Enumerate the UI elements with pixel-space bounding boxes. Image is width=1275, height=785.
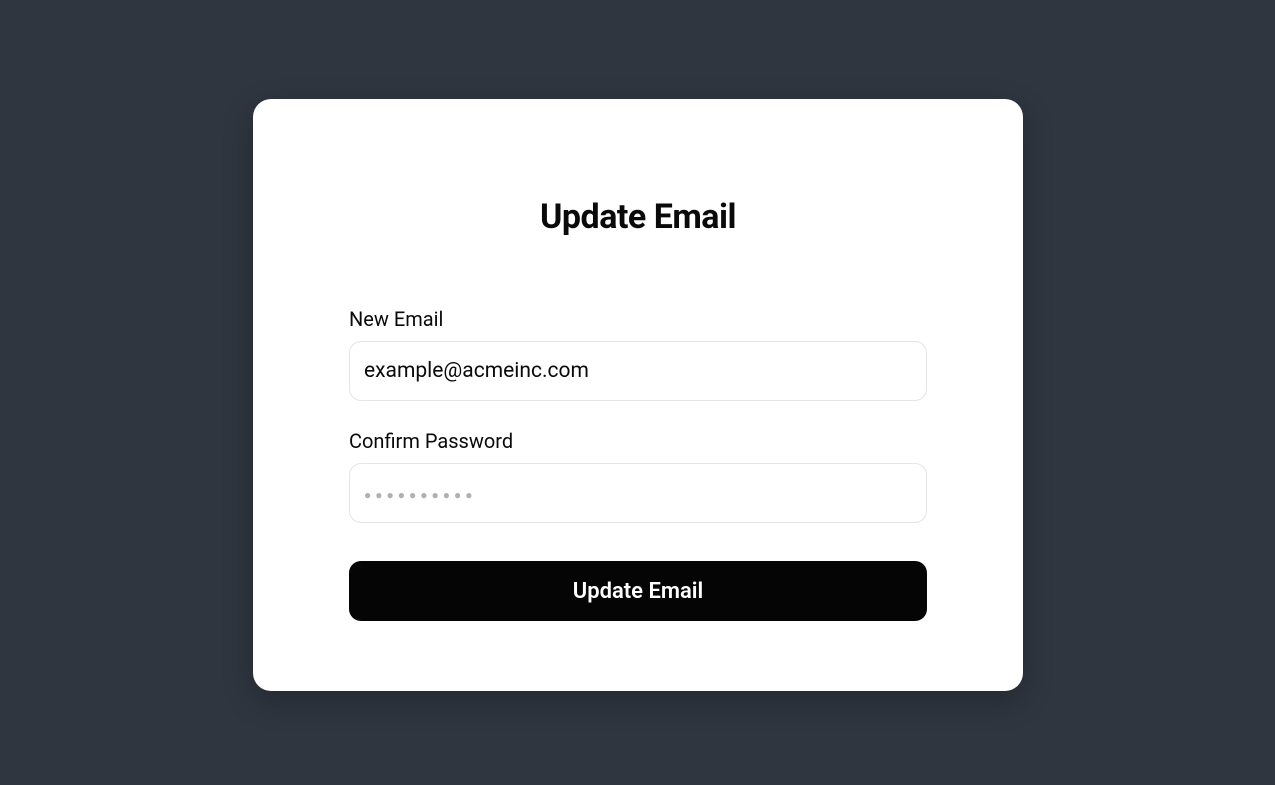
confirm-password-group: Confirm Password [349,429,927,523]
new-email-label: New Email [349,307,927,331]
confirm-password-input[interactable] [349,463,927,523]
update-email-card: Update Email New Email Confirm Password … [253,99,1023,691]
update-email-button[interactable]: Update Email [349,561,927,621]
new-email-input[interactable] [349,341,927,401]
card-title: Update Email [349,197,927,237]
new-email-group: New Email [349,307,927,401]
confirm-password-label: Confirm Password [349,429,927,453]
